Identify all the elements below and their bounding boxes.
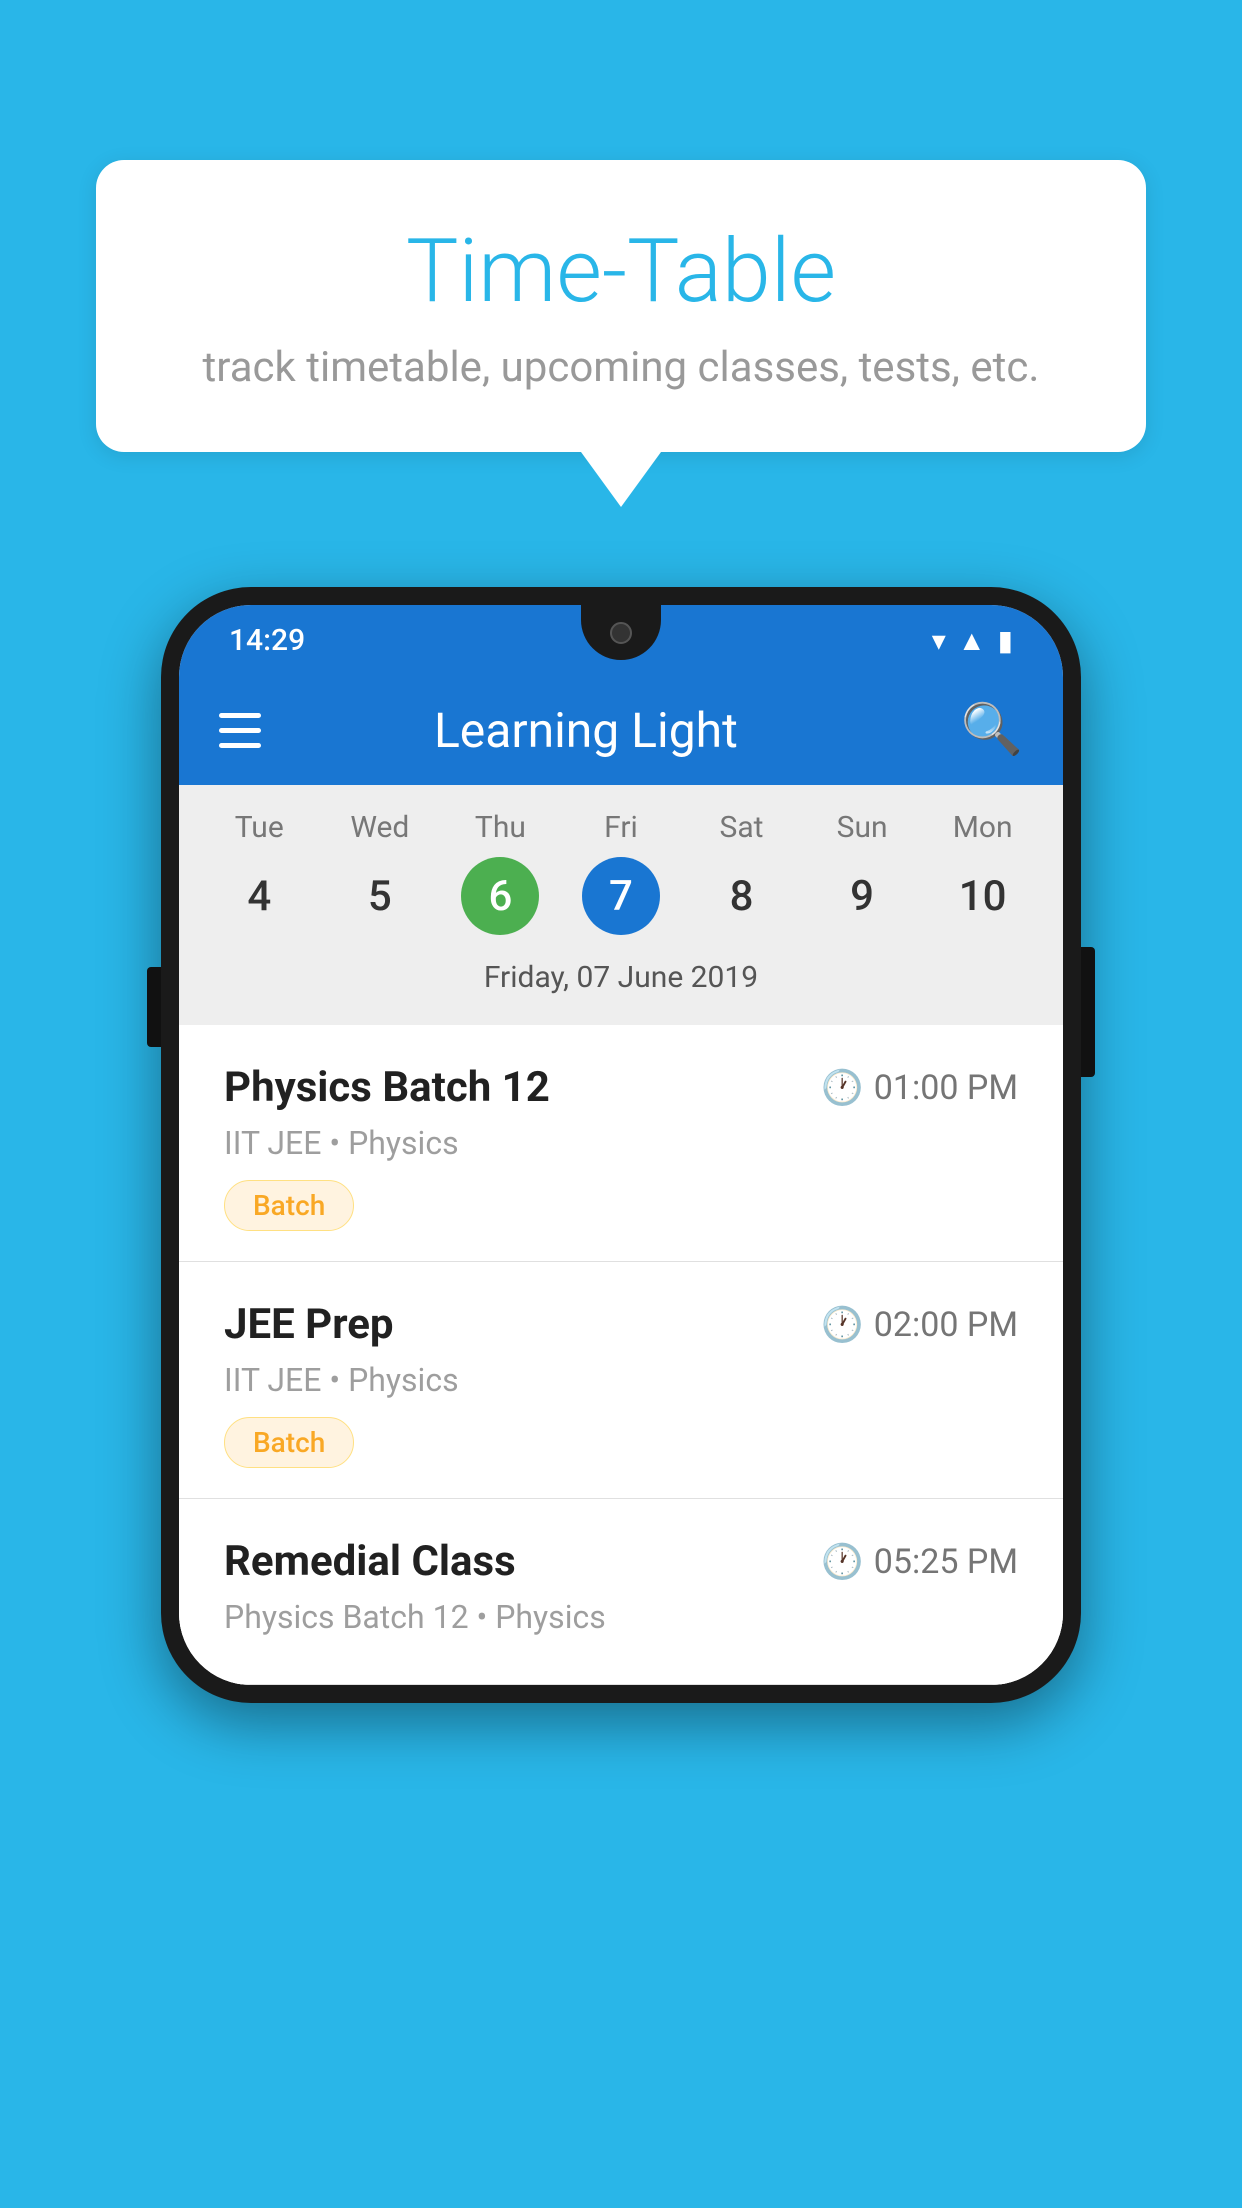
day-cell-tue[interactable]: Tue 4 <box>204 810 314 935</box>
speech-bubble: Time-Table track timetable, upcoming cla… <box>96 160 1146 452</box>
day-number: 8 <box>703 857 781 935</box>
day-label: Tue <box>235 810 284 845</box>
day-cell-thu[interactable]: Thu 6 <box>445 810 555 935</box>
status-icons: ▾ ▲ ▮ <box>932 624 1013 657</box>
day-number: 9 <box>823 857 901 935</box>
day-cell-fri[interactable]: Fri 7 <box>566 810 676 935</box>
schedule-title: Physics Batch 12 <box>224 1063 550 1112</box>
clock-icon: 🕐 <box>821 1068 863 1108</box>
search-button[interactable]: 🔍 <box>961 701 1023 759</box>
day-label: Thu <box>475 810 526 845</box>
schedule-subtitle: IIT JEE • Physics <box>224 1124 1018 1162</box>
schedule-item-header: JEE Prep 🕐 02:00 PM <box>224 1300 1018 1349</box>
day-number: 10 <box>944 857 1022 935</box>
batch-badge: Batch <box>224 1180 354 1231</box>
speech-bubble-wrapper: Time-Table track timetable, upcoming cla… <box>96 160 1146 507</box>
phone-wrapper: 14:29 ▾ ▲ ▮ Learning Light 🔍 <box>161 587 1081 1703</box>
batch-badge: Batch <box>224 1417 354 1468</box>
signal-icon: ▲ <box>958 624 986 657</box>
schedule-time: 🕐 01:00 PM <box>821 1068 1018 1108</box>
schedule-item[interactable]: JEE Prep 🕐 02:00 PM IIT JEE • Physics Batch <box>179 1262 1063 1499</box>
day-label: Sun <box>837 810 888 845</box>
day-cell-sat[interactable]: Sat 8 <box>687 810 797 935</box>
bubble-title: Time-Table <box>176 220 1066 323</box>
schedule-subtitle: IIT JEE • Physics <box>224 1361 1018 1399</box>
day-number: 6 <box>461 857 539 935</box>
day-label: Fri <box>604 810 638 845</box>
phone-screen: 14:29 ▾ ▲ ▮ Learning Light 🔍 <box>179 605 1063 1685</box>
day-cell-mon[interactable]: Mon 10 <box>928 810 1038 935</box>
day-number: 5 <box>341 857 419 935</box>
schedule-time: 🕐 05:25 PM <box>821 1542 1018 1582</box>
status-time: 14:29 <box>229 623 305 658</box>
schedule-time: 🕐 02:00 PM <box>821 1305 1018 1345</box>
schedule-item-header: Remedial Class 🕐 05:25 PM <box>224 1537 1018 1586</box>
day-cell-sun[interactable]: Sun 9 <box>807 810 917 935</box>
status-bar: 14:29 ▾ ▲ ▮ <box>179 605 1063 675</box>
selected-date-label: Friday, 07 June 2019 <box>199 950 1043 1015</box>
days-row: Tue 4 Wed 5 Thu 6 Fri 7 Sat 8 Sun 9 Mon 10 <box>199 810 1043 935</box>
schedule-subtitle: Physics Batch 12 • Physics <box>224 1598 1018 1636</box>
schedule-item[interactable]: Physics Batch 12 🕐 01:00 PM IIT JEE • Phys… <box>179 1025 1063 1262</box>
day-number: 4 <box>220 857 298 935</box>
app-bar: Learning Light 🔍 <box>179 675 1063 785</box>
clock-icon: 🕐 <box>821 1305 863 1345</box>
battery-icon: ▮ <box>998 624 1013 657</box>
bubble-subtitle: track timetable, upcoming classes, tests… <box>176 343 1066 392</box>
notch <box>581 605 661 660</box>
day-label: Wed <box>350 810 409 845</box>
wifi-icon: ▾ <box>932 624 946 657</box>
day-number: 7 <box>582 857 660 935</box>
day-label: Sat <box>720 810 764 845</box>
schedule-item-header: Physics Batch 12 🕐 01:00 PM <box>224 1063 1018 1112</box>
phone-outer: 14:29 ▾ ▲ ▮ Learning Light 🔍 <box>161 587 1081 1703</box>
clock-icon: 🕐 <box>821 1542 863 1582</box>
app-bar-title: Learning Light <box>211 702 961 759</box>
camera-dot <box>610 622 632 644</box>
schedule-list: Physics Batch 12 🕐 01:00 PM IIT JEE • Phys… <box>179 1025 1063 1685</box>
day-cell-wed[interactable]: Wed 5 <box>325 810 435 935</box>
speech-bubble-arrow <box>581 452 661 507</box>
calendar-strip: Tue 4 Wed 5 Thu 6 Fri 7 Sat 8 Sun 9 Mon 10 Friday, 07… <box>179 785 1063 1025</box>
schedule-title: JEE Prep <box>224 1300 394 1349</box>
schedule-title: Remedial Class <box>224 1537 516 1586</box>
schedule-item[interactable]: Remedial Class 🕐 05:25 PM Physics Batch 12… <box>179 1499 1063 1685</box>
day-label: Mon <box>953 810 1013 845</box>
